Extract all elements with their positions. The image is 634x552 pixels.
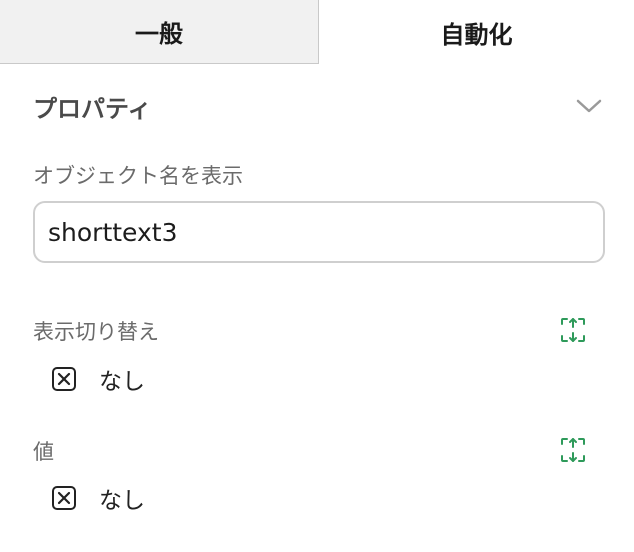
tab-automation[interactable]: 自動化 xyxy=(319,0,634,64)
display-name-input[interactable] xyxy=(33,201,605,263)
chevron-down-icon[interactable] xyxy=(575,96,603,116)
link-data-icon[interactable] xyxy=(558,435,588,465)
display-toggle-label: 表示切り替え xyxy=(33,320,159,344)
tab-general[interactable]: 一般 xyxy=(0,0,319,64)
close-box-icon[interactable] xyxy=(51,366,77,392)
properties-section-header[interactable]: プロパティ xyxy=(33,86,605,126)
display-toggle-value[interactable]: なし xyxy=(51,364,145,395)
tab-bar: 一般 自動化 xyxy=(0,0,634,64)
link-data-icon[interactable] xyxy=(558,315,588,345)
close-box-icon[interactable] xyxy=(51,485,77,511)
value-value[interactable]: なし xyxy=(51,483,145,514)
value-label: 値 xyxy=(33,440,54,464)
value-value-text: なし xyxy=(99,488,145,514)
properties-title: プロパティ xyxy=(33,94,152,123)
display-name-label: オブジェクト名を表示 xyxy=(33,164,243,188)
display-toggle-value-text: なし xyxy=(99,369,145,395)
